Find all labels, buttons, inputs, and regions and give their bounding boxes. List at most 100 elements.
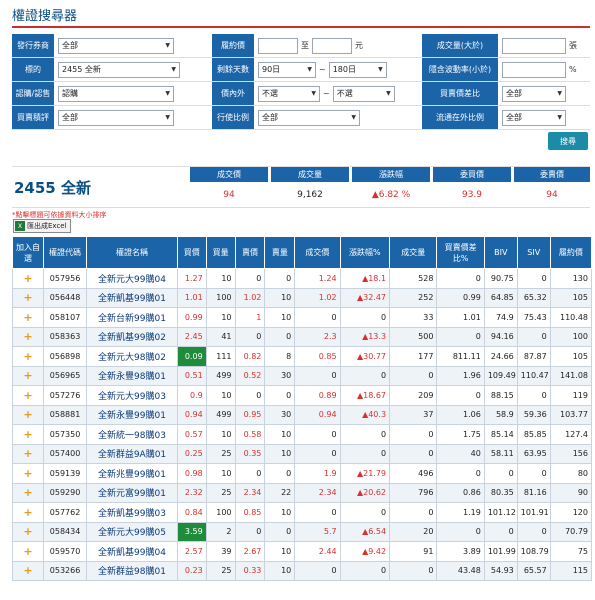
strike-max-input[interactable]	[312, 37, 352, 54]
add-watchlist-icon[interactable]: +	[12, 268, 44, 289]
export-excel-button[interactable]: X 匯出成Excel	[13, 219, 71, 233]
column-header[interactable]: 成交量	[389, 236, 438, 269]
table-cell: 80.35	[483, 482, 518, 503]
add-watchlist-icon[interactable]: +	[12, 385, 44, 406]
column-header[interactable]: BIV	[483, 236, 518, 269]
column-header[interactable]: SIV	[516, 236, 551, 269]
add-watchlist-icon[interactable]: +	[12, 346, 44, 367]
column-header[interactable]: 賣量	[264, 236, 296, 269]
add-watchlist-icon[interactable]: +	[12, 424, 44, 445]
table-row: +056965 全新永豐98購01 0.51 499 0.52 30 0 0 0 1.96 109.…	[12, 365, 593, 386]
column-header[interactable]: 買價	[176, 236, 207, 269]
table-cell: 499	[205, 365, 236, 386]
warrant-name-link[interactable]: 全新凱基99購02	[86, 326, 178, 347]
warrant-name-link[interactable]: 全新永豐98購01	[86, 365, 178, 386]
table-cell: 0	[516, 463, 551, 484]
table-cell: 101.99	[483, 541, 518, 562]
warrant-name-link[interactable]: 全新凱基99購01	[86, 287, 178, 308]
table-cell: 0.94	[176, 404, 207, 425]
add-watchlist-icon[interactable]: +	[12, 326, 44, 347]
quote-value: 94	[223, 190, 235, 200]
days-to-value: 180日	[332, 65, 356, 74]
rank-select[interactable]: 全部 ▼	[58, 109, 174, 126]
strike-unit-text: 元	[355, 41, 363, 50]
column-header[interactable]: 賣價	[234, 236, 266, 269]
filter-row-4: 買賣積評 全部 ▼ 行使比例 全部 ▼ 流通在外比例 全部 ▼	[12, 106, 590, 130]
warrant-name-link[interactable]: 全新台新99購01	[86, 307, 178, 328]
column-header[interactable]: 權證名稱	[86, 236, 178, 269]
column-header[interactable]: 成交價	[294, 236, 341, 269]
add-watchlist-icon[interactable]: +	[12, 482, 44, 503]
column-header[interactable]: 買賣價差比%	[436, 236, 485, 269]
column-header[interactable]: 權證代碼	[42, 236, 88, 269]
warrant-name-link[interactable]: 全新凱基99購03	[86, 502, 178, 523]
table-cell: 156	[549, 443, 593, 464]
table-cell: 1.9	[294, 463, 341, 484]
table-cell: 0	[264, 268, 296, 289]
add-watchlist-icon[interactable]: +	[12, 404, 44, 425]
table-cell: 1.02	[234, 287, 266, 308]
underlying-select[interactable]: 2455 全新 ▼	[58, 61, 180, 78]
type-value: 認購	[62, 89, 78, 98]
moneyness-from-select[interactable]: 不選 ▼	[258, 85, 320, 102]
warrant-name-link[interactable]: 全新群益98購01	[86, 560, 178, 581]
add-watchlist-icon[interactable]: +	[12, 463, 44, 484]
strike-min-input[interactable]	[258, 37, 298, 54]
warrant-code: 059139	[42, 463, 88, 484]
table-cell: ▲6.54	[339, 521, 391, 542]
add-watchlist-icon[interactable]: +	[12, 560, 44, 581]
table-cell: 0.84	[176, 502, 207, 523]
outstanding-select[interactable]: 全部 ▼	[502, 109, 566, 126]
column-header[interactable]: 買量	[205, 236, 236, 269]
days-from-select[interactable]: 90日 ▼	[258, 61, 316, 78]
table-cell: 0	[436, 463, 485, 484]
warrant-name-link[interactable]: 全新元大98購02	[86, 346, 178, 367]
table-cell: 110.48	[549, 307, 593, 328]
moneyness-label: 價內外	[212, 82, 254, 105]
search-button[interactable]: 搜尋	[548, 132, 588, 150]
add-watchlist-icon[interactable]: +	[12, 443, 44, 464]
warrant-name-link[interactable]: 全新永豐99購01	[86, 404, 178, 425]
warrant-name-link[interactable]: 全新群益9A購01	[86, 443, 178, 464]
quote-value: ▲6.82 %	[371, 190, 411, 200]
warrant-name-link[interactable]: 全新凱基99購04	[86, 541, 178, 562]
column-header[interactable]: 履約價	[549, 236, 593, 269]
table-cell: 2.67	[234, 541, 266, 562]
quote-panel: 2455 全新 成交價 94 成交量 9,162 漲跌幅 ▲6.82 % 委買價…	[12, 166, 590, 208]
issuer-select[interactable]: 全部 ▼	[58, 37, 174, 54]
warrant-name-link[interactable]: 全新統一98購03	[86, 424, 178, 445]
add-watchlist-icon[interactable]: +	[12, 502, 44, 523]
moneyness-to-value: 不選	[336, 89, 353, 98]
table-cell: 1.75	[436, 424, 485, 445]
table-cell: 2.34	[234, 482, 266, 503]
add-watchlist-icon[interactable]: +	[12, 365, 44, 386]
warrant-name-link[interactable]: 全新元大99購04	[86, 268, 178, 289]
table-cell: 25	[205, 443, 236, 464]
spread-select[interactable]: 全部 ▼	[502, 85, 566, 102]
add-watchlist-icon[interactable]: +	[12, 521, 44, 542]
column-header[interactable]: 漲跌幅%	[339, 236, 391, 269]
add-watchlist-icon[interactable]: +	[12, 287, 44, 308]
table-cell: ▲18.1	[339, 268, 391, 289]
warrant-name-link[interactable]: 全新元大99購03	[86, 385, 178, 406]
add-watchlist-icon[interactable]: +	[12, 541, 44, 562]
volume-unit-text: 張	[569, 41, 577, 50]
exercise-select[interactable]: 全部 ▼	[258, 109, 360, 126]
table-cell: 110.47	[516, 365, 551, 386]
moneyness-to-select[interactable]: 不選 ▼	[332, 85, 395, 102]
warrant-name-link[interactable]: 全新元富99購01	[86, 482, 178, 503]
warrant-name-link[interactable]: 全新兆豐99購01	[86, 463, 178, 484]
iv-input[interactable]	[502, 61, 566, 78]
column-header[interactable]: 加入自選	[12, 236, 44, 269]
table-cell: 0.25	[176, 443, 207, 464]
add-watchlist-icon[interactable]: +	[12, 307, 44, 328]
days-to-select[interactable]: 180日 ▼	[328, 61, 387, 78]
table-cell: 0	[294, 365, 341, 386]
table-cell: 25	[205, 560, 236, 581]
table-cell: 496	[389, 463, 438, 484]
warrant-name-link[interactable]: 全新元大99購05	[86, 521, 178, 542]
type-select[interactable]: 認購 ▼	[58, 85, 174, 102]
volume-input[interactable]	[502, 37, 566, 54]
table-cell: 0.35	[234, 443, 266, 464]
table-cell: 1.01	[436, 307, 485, 328]
